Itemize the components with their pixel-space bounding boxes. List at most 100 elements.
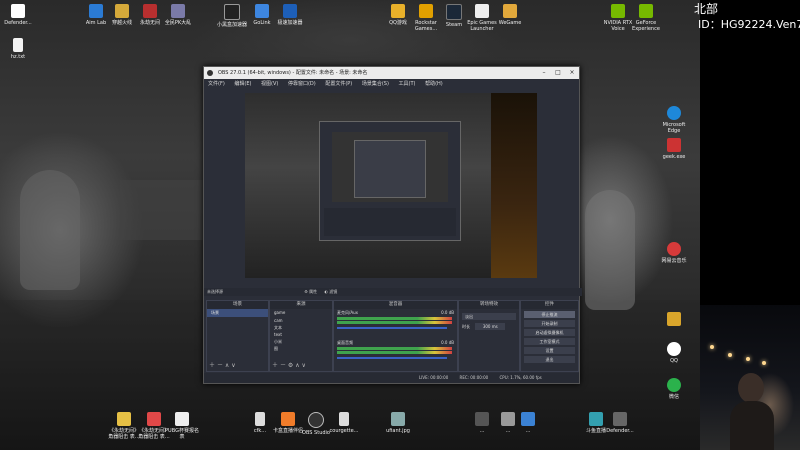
menu-profile[interactable]: 配置文件(P) <box>325 81 352 87</box>
file-icon <box>339 412 349 426</box>
rec-status: REC: 00:00:00 <box>459 375 489 380</box>
mixer-track-desktop: 桌面音频 0.0 dB <box>334 339 457 369</box>
desktop-icon-courgette[interactable]: courgette... <box>326 412 362 434</box>
menu-scene-collection[interactable]: 场景集合(S) <box>362 81 389 87</box>
source-item[interactable]: text <box>270 331 332 338</box>
exit-button[interactable]: 退出 <box>524 356 575 363</box>
properties-button[interactable]: 属性 <box>309 289 317 294</box>
golink-icon <box>255 4 269 18</box>
obs-logo-icon <box>207 70 213 76</box>
obs-title-bar[interactable]: OBS 27.0.1 (64-bit, windows) - 配置文件: 未命名… <box>204 67 579 79</box>
desktop-icon-accelerator[interactable]: 极速加速器 <box>272 4 308 26</box>
desktop-icon-edge[interactable]: Microsoft Edge <box>656 106 692 134</box>
menu-tools[interactable]: 工具(T) <box>399 81 416 87</box>
desktop-icon-hz-txt[interactable]: hz.txt <box>0 38 36 60</box>
steam-icon <box>446 4 462 20</box>
obs-window-title: OBS 27.0.1 (64-bit, windows) - 配置文件: 未命名… <box>218 70 368 76</box>
pdf-icon <box>175 412 189 426</box>
mixer-track-mic: 麦克风/Aux 0.0 dB <box>334 309 457 339</box>
menu-view[interactable]: 视图(V) <box>261 81 278 87</box>
menu-help[interactable]: 帮助(H) <box>425 81 443 87</box>
rockstar-icon <box>419 4 433 18</box>
source-item[interactable]: 图 <box>270 345 332 352</box>
live-status: LIVE: 00:00:00 <box>419 375 449 380</box>
desktop-icon-defender-b[interactable]: Defender... <box>602 412 638 434</box>
desktop-icon-geek[interactable]: geek.exe <box>656 138 692 160</box>
obs-window[interactable]: OBS 27.0.1 (64-bit, windows) - 配置文件: 未命名… <box>203 66 582 384</box>
obs-preview[interactable] <box>245 93 537 278</box>
source-item[interactable]: 小米 <box>270 338 332 345</box>
source-item[interactable]: game <box>270 309 332 317</box>
desktop-icon-pubg-pdf[interactable]: PUBG杯赛报名 表 <box>164 412 200 440</box>
move-down-icon[interactable]: ∨ <box>231 362 235 369</box>
volume-slider[interactable] <box>337 327 447 329</box>
gear-icon[interactable]: ⚙ <box>288 362 293 369</box>
desktop-icon-wechat[interactable]: 微信 <box>656 378 692 400</box>
desktop-icon-app[interactable] <box>656 312 692 328</box>
remove-icon[interactable]: － <box>217 362 223 369</box>
desktop-icon-ufiant[interactable]: ufiant.jpg <box>380 412 416 434</box>
wechat-icon <box>667 378 681 392</box>
image-icon <box>391 412 405 426</box>
menu-edit[interactable]: 编辑(E) <box>234 81 251 87</box>
volume-meter <box>337 317 452 320</box>
streamer-body <box>730 401 774 450</box>
source-item[interactable]: 文本 <box>270 324 332 331</box>
webcam-feed <box>700 305 800 450</box>
exe-icon <box>667 138 681 152</box>
desktop-icon-wegame[interactable]: WeGame <box>492 4 528 26</box>
settings-button[interactable]: 设置 <box>524 347 575 354</box>
desktop-icon-geforce[interactable]: GeForce Experience <box>628 4 664 32</box>
nested-obs-window-2 <box>354 140 426 198</box>
nested-obs-window <box>319 121 461 241</box>
app-icon <box>281 412 295 426</box>
overlay-region: 北部 <box>694 2 719 16</box>
source-item[interactable]: cam <box>270 317 332 324</box>
menu-docks[interactable]: 停靠窗口(D) <box>288 81 316 87</box>
start-recording-button[interactable]: 开始录制 <box>524 320 575 327</box>
menu-file[interactable]: 文件(F) <box>208 81 225 87</box>
move-down-icon[interactable]: ∨ <box>302 362 306 369</box>
move-up-icon[interactable]: ∧ <box>225 362 229 369</box>
filter-icon[interactable]: ◐ <box>324 289 328 294</box>
studio-mode-button[interactable]: 工作室模式 <box>524 338 575 345</box>
scene-item[interactable]: 场景 <box>207 309 268 317</box>
maximize-icon[interactable]: □ <box>551 67 565 79</box>
remove-icon[interactable]: － <box>280 362 286 369</box>
duration-input[interactable]: 300 ms <box>475 323 506 330</box>
streetlight <box>728 353 732 357</box>
start-virtual-camera-button[interactable]: 启动虚拟摄像机 <box>524 329 575 336</box>
minimize-icon[interactable]: – <box>537 67 551 79</box>
file-icon <box>13 38 23 52</box>
app-icon <box>667 312 681 326</box>
volume-meter <box>337 321 452 324</box>
add-icon[interactable]: ＋ <box>209 362 215 369</box>
obs-menu-bar: 文件(F) 编辑(E) 视图(V) 停靠窗口(D) 配置文件(P) 场景集合(S… <box>204 79 579 89</box>
transition-select[interactable]: 淡出 <box>462 313 516 320</box>
move-up-icon[interactable]: ∧ <box>295 362 299 369</box>
desktop-icon-pk[interactable]: 全民PK大乱 <box>160 4 196 26</box>
desktop-icon-qq[interactable]: QQ <box>656 342 692 364</box>
desktop-icon-defender[interactable]: Defender... <box>0 4 36 26</box>
mixer-track-db: 0.0 dB <box>441 340 454 345</box>
aimlab-icon <box>89 4 103 18</box>
game-icon <box>171 4 185 18</box>
app-icon <box>475 412 489 426</box>
stop-streaming-button[interactable]: 停止推流 <box>524 311 575 318</box>
mixer-track-name: 桌面音频 <box>337 340 353 345</box>
desktop-icon-app-b3[interactable]: ... <box>510 412 546 434</box>
app-icon <box>283 4 297 18</box>
overlay-id: ID：HG92224.Ven7 <box>698 18 800 31</box>
controls-dock-title: 控件 <box>521 301 578 309</box>
volume-slider[interactable] <box>337 357 447 359</box>
mixer-dock-title: 混音器 <box>334 301 457 309</box>
gear-icon[interactable]: ⚙ <box>304 289 308 294</box>
close-icon[interactable]: × <box>565 67 579 79</box>
add-icon[interactable]: ＋ <box>272 362 278 369</box>
geforce-icon <box>639 4 653 18</box>
desktop-icon-netease[interactable]: 网易云音乐 <box>656 242 692 264</box>
epic-icon <box>475 4 489 18</box>
filters-button[interactable]: 滤镜 <box>329 289 337 294</box>
file-icon <box>255 412 265 426</box>
app-icon <box>224 4 240 20</box>
